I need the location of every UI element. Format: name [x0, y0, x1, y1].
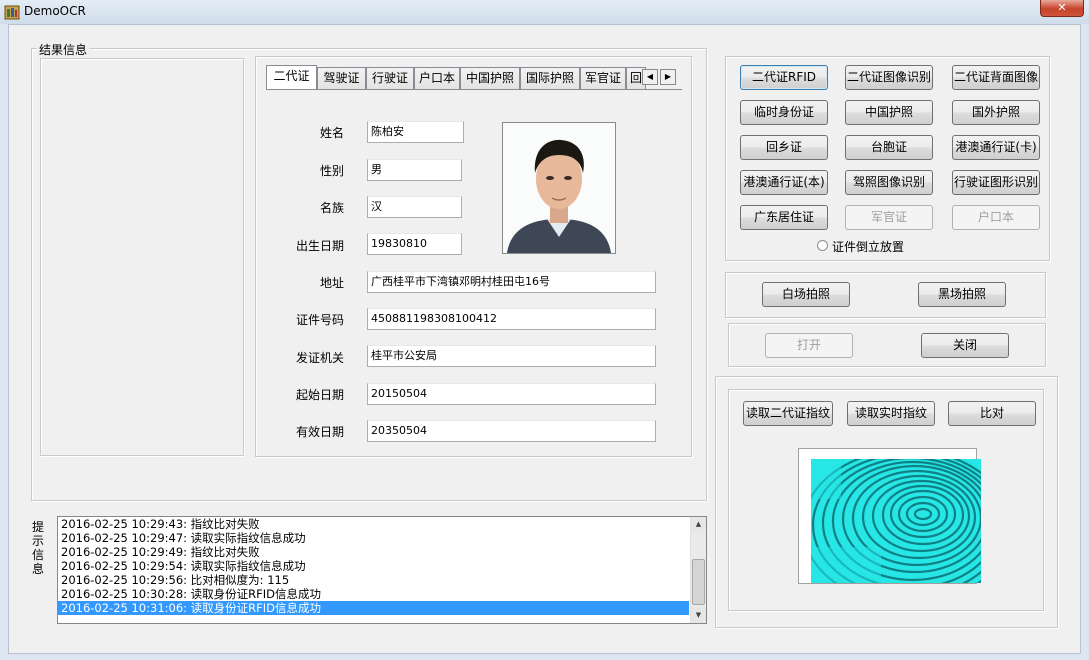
start-date-field[interactable]: 20150504: [367, 383, 656, 405]
hint-log-list[interactable]: 2016-02-25 10:29:43: 指纹比对失败 2016-02-25 1…: [57, 516, 707, 624]
log-line[interactable]: 2016-02-25 10:29:43: 指纹比对失败: [58, 517, 706, 531]
id-image-recognition-button[interactable]: 二代证图像识别: [845, 65, 933, 90]
tab-intl-passport[interactable]: 国际护照: [520, 67, 580, 89]
id-number-label: 证件号码: [295, 313, 344, 327]
temp-id-button[interactable]: 临时身份证: [740, 100, 828, 125]
log-line[interactable]: 2016-02-25 10:29:47: 读取实际指纹信息成功: [58, 531, 706, 545]
tab-household-register[interactable]: 户口本: [414, 67, 460, 89]
china-passport-button[interactable]: 中国护照: [845, 100, 933, 125]
card-tabstrip: 二代证 驾驶证 行驶证 户口本 中国护照 国际护照 军官证 回: [266, 65, 662, 91]
compare-fingerprint-button[interactable]: 比对: [948, 401, 1036, 426]
hk-macau-pass-book-button[interactable]: 港澳通行证(本): [740, 170, 828, 195]
result-group-legend: 结果信息: [37, 41, 90, 58]
tab-military-id[interactable]: 军官证: [580, 67, 626, 89]
read-id-fingerprint-button[interactable]: 读取二代证指纹: [743, 401, 833, 426]
log-line[interactable]: 2016-02-25 10:29:56: 比对相似度为: 115: [58, 573, 706, 587]
black-field-photo-button[interactable]: 黑场拍照: [918, 282, 1006, 307]
id-rfid-button[interactable]: 二代证RFID: [740, 65, 828, 90]
close-window-button[interactable]: ✕: [1040, 0, 1084, 17]
expiry-date-field[interactable]: 20350504: [367, 420, 656, 442]
result-side-panel: [40, 58, 244, 456]
portrait-photo: [502, 122, 616, 254]
log-line[interactable]: 2016-02-25 10:30:28: 读取身份证RFID信息成功: [58, 587, 706, 601]
open-device-button[interactable]: 打开: [765, 333, 853, 358]
household-register-button[interactable]: 户口本: [952, 205, 1040, 230]
tab-underline: [266, 89, 682, 90]
white-field-photo-button[interactable]: 白场拍照: [762, 282, 850, 307]
window-title: DemoOCR: [24, 4, 86, 18]
ethnicity-field[interactable]: 汉: [367, 196, 462, 218]
expiry-date-label: 有效日期: [295, 425, 344, 439]
tab-scroll-left-icon[interactable]: ◀: [642, 69, 658, 85]
taiwan-compatriot-button[interactable]: 台胞证: [845, 135, 933, 160]
hint-label: 提示信息: [32, 520, 45, 576]
issuer-label: 发证机关: [295, 351, 344, 365]
issuer-field[interactable]: 桂平市公安局: [367, 345, 656, 367]
name-label: 姓名: [319, 126, 344, 140]
id-back-image-button[interactable]: 二代证背面图像: [952, 65, 1040, 90]
log-line[interactable]: 2016-02-25 10:29:54: 读取实际指纹信息成功: [58, 559, 706, 573]
start-date-label: 起始日期: [295, 388, 344, 402]
hk-macau-pass-card-button[interactable]: 港澳通行证(卡): [952, 135, 1040, 160]
address-label: 地址: [319, 276, 344, 290]
scroll-down-icon[interactable]: ▼: [691, 608, 706, 623]
foreign-passport-button[interactable]: 国外护照: [952, 100, 1040, 125]
birthdate-label: 出生日期: [295, 239, 344, 253]
upside-down-radio[interactable]: [817, 240, 828, 251]
driver-license-image-button[interactable]: 驾照图像识别: [845, 170, 933, 195]
vehicle-license-image-button[interactable]: 行驶证图形识别: [952, 170, 1040, 195]
log-line-selected[interactable]: 2016-02-25 10:31:06: 读取身份证RFID信息成功: [58, 601, 689, 615]
address-field[interactable]: 广西桂平市下湾镇邓明村桂田屯16号: [367, 271, 656, 293]
gender-field[interactable]: 男: [367, 159, 462, 181]
id-number-field[interactable]: 450881198308100412: [367, 308, 656, 330]
tab-scroll-right-icon[interactable]: ▶: [660, 69, 676, 85]
tab-second-gen-id[interactable]: 二代证: [266, 65, 317, 90]
home-return-permit-button[interactable]: 回乡证: [740, 135, 828, 160]
tab-driver-license[interactable]: 驾驶证: [317, 67, 366, 89]
name-field[interactable]: 陈柏安: [367, 121, 464, 143]
app-icon: [4, 5, 20, 20]
guangdong-residence-button[interactable]: 广东居住证: [740, 205, 828, 230]
upside-down-label: 证件倒立放置: [832, 240, 905, 254]
scroll-up-icon[interactable]: ▲: [691, 517, 706, 532]
gender-label: 性别: [319, 164, 344, 178]
log-scrollbar[interactable]: ▲ ▼: [690, 517, 706, 623]
title-bar: DemoOCR ✕: [0, 0, 1089, 24]
read-live-fingerprint-button[interactable]: 读取实时指纹: [847, 401, 935, 426]
military-id-button[interactable]: 军官证: [845, 205, 933, 230]
fingerprint-ridges: [811, 459, 981, 583]
log-line[interactable]: 2016-02-25 10:29:49: 指纹比对失败: [58, 545, 706, 559]
ethnicity-label: 名族: [319, 201, 344, 215]
portrait-photo-image: [503, 123, 615, 253]
tab-vehicle-license[interactable]: 行驶证: [366, 67, 414, 89]
close-device-button[interactable]: 关闭: [921, 333, 1009, 358]
scroll-thumb[interactable]: [692, 559, 705, 605]
birthdate-field[interactable]: 19830810: [367, 233, 462, 255]
tab-china-passport[interactable]: 中国护照: [460, 67, 520, 89]
fingerprint-image: [811, 459, 981, 583]
